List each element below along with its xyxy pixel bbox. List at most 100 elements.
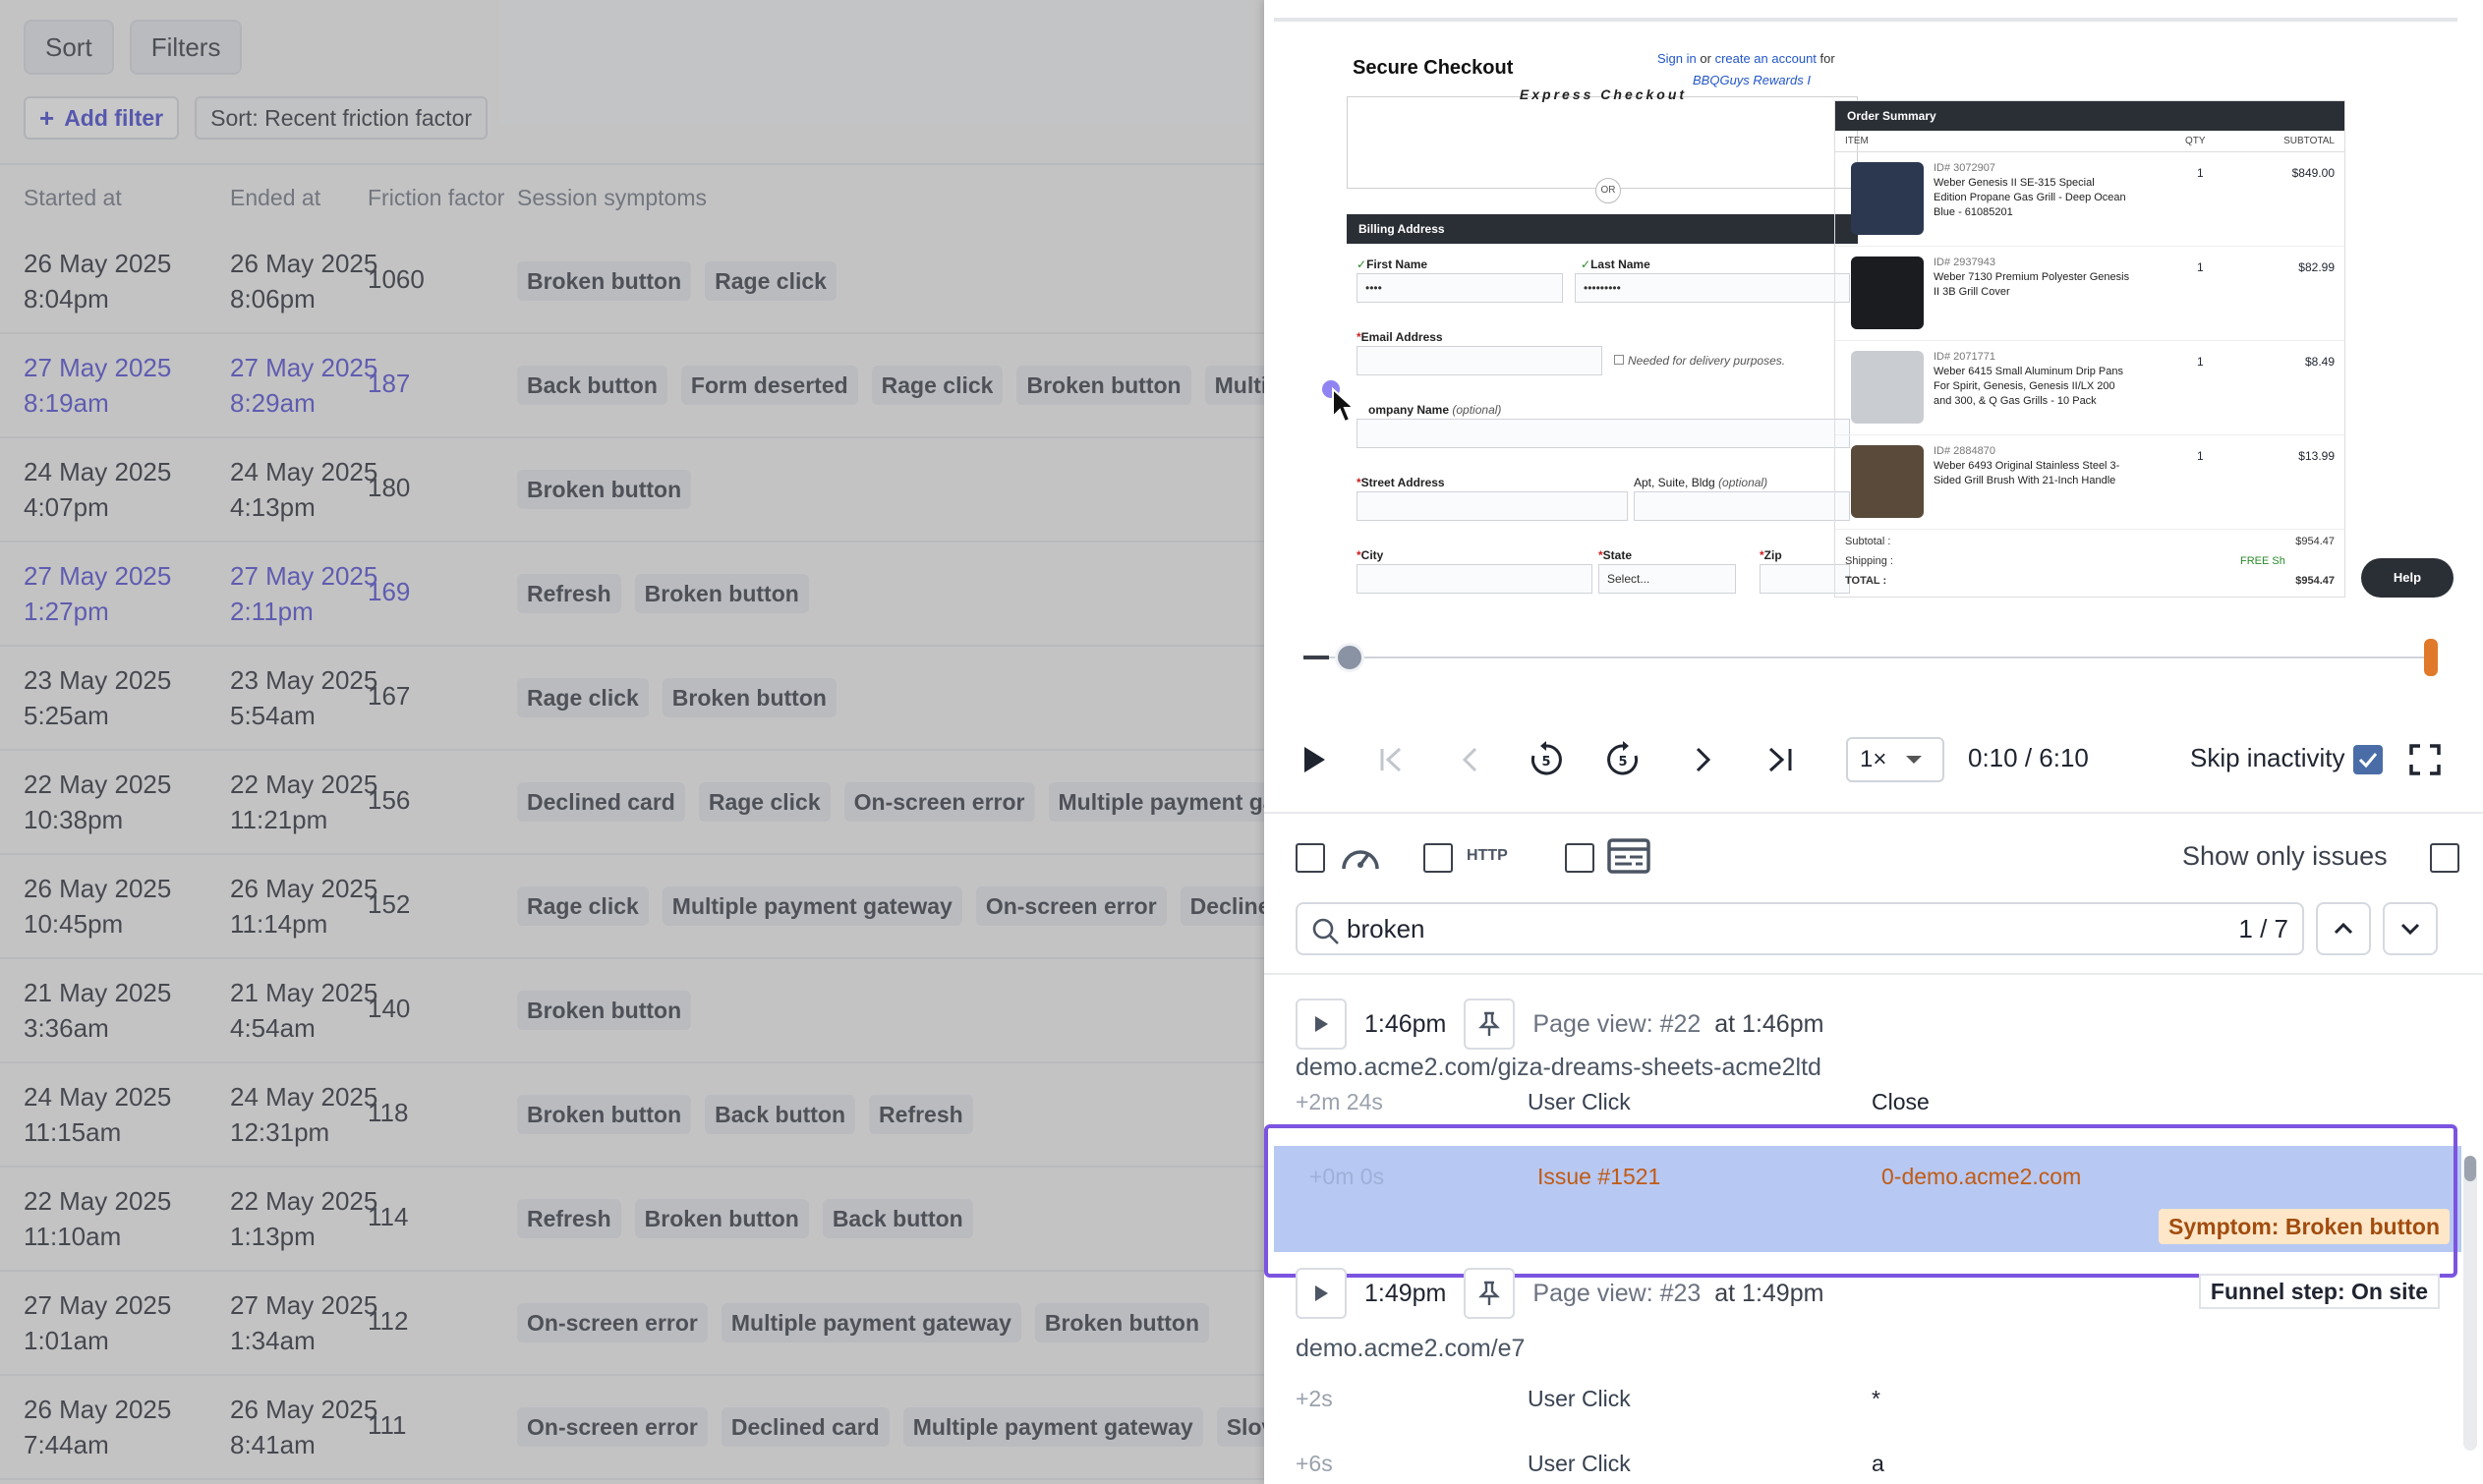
email-label: *Email Address (1357, 330, 1443, 344)
scrollbar-thumb[interactable] (2464, 1156, 2476, 1181)
next-button[interactable] (1679, 735, 1728, 784)
order-item: ID# 2937943 Weber 7130 Premium Polyester … (1835, 247, 2344, 341)
product-thumbnail (1851, 445, 1924, 518)
rewind-5-button[interactable]: 5 (1522, 735, 1571, 784)
first-name-field: •••• (1357, 273, 1563, 303)
checkout-title: Secure Checkout (1353, 57, 1514, 79)
fullscreen-button[interactable] (2408, 743, 2442, 781)
product-thumbnail (1851, 162, 1924, 235)
check-icon (2358, 753, 2378, 769)
skip-inactivity-label: Skip inactivity (2190, 743, 2345, 772)
funnel-step-badge: Funnel step: On site (2198, 1274, 2440, 1309)
email-field (1357, 346, 1602, 375)
rewards-logo: BBQGuys Rewards I (1693, 73, 1811, 87)
order-item: ID# 2884870 Weber 6493 Original Stainless… (1835, 435, 2344, 530)
apt-field (1634, 491, 1850, 521)
page-view-row: 1:46pm Page view: #22 at 1:46pm (1296, 999, 1823, 1050)
product-thumbnail (1851, 351, 1924, 424)
order-summary-header: Order Summary (1835, 101, 2344, 131)
timeline-track[interactable] (1303, 656, 2434, 658)
subtotal-label: Subtotal : (1845, 536, 1891, 547)
product-qty: 1 (2197, 449, 2204, 463)
city-label: *City (1357, 548, 1384, 562)
billing-header: Billing Address (1347, 214, 1858, 244)
play-from-here-button[interactable] (1296, 1268, 1347, 1319)
next-match-button[interactable] (2383, 902, 2438, 955)
event-value: * (1872, 1386, 1880, 1411)
order-summary-columns: ITEM QTY SUBTOTAL (1835, 131, 2344, 152)
pin-icon (1478, 1011, 1501, 1036)
cursor-icon (1322, 380, 1357, 424)
order-item: ID# 3072907 Weber Genesis II SE-315 Speci… (1835, 152, 2344, 247)
timeline-end-marker[interactable] (2424, 639, 2438, 676)
event-type: User Click (1528, 1089, 1631, 1114)
product-subtotal: $82.99 (2298, 260, 2335, 274)
pin-button[interactable] (1464, 1268, 1516, 1319)
product-id: ID# 2071771 (1934, 351, 1995, 363)
playback-speed-select[interactable]: 1× (1846, 737, 1944, 782)
state-select: Select... (1598, 564, 1736, 594)
page-url: demo.acme2.com/e7 (1296, 1335, 1526, 1362)
play-icon (1315, 1016, 1328, 1032)
state-label: *State (1598, 548, 1633, 562)
product-id: ID# 3072907 (1934, 162, 1995, 174)
product-name: Weber Genesis II SE-315 Special Edition … (1934, 177, 2126, 218)
chevron-up-icon (2334, 922, 2353, 935)
page-view-label: Page view: #22 at 1:46pm (1532, 1009, 1824, 1038)
event-search-input[interactable]: broken 1 / 7 (1296, 902, 2304, 955)
help-button: Help (2361, 558, 2454, 598)
page-view-row: 1:49pm Page view: #23 at 1:49pm (1296, 1268, 1823, 1319)
last-name-field: ••••••••• (1575, 273, 1850, 303)
event-offset: +2m 24s (1296, 1089, 1383, 1114)
product-qty: 1 (2197, 166, 2204, 180)
order-totals: Subtotal : $954.47 Shipping : FREE Sh TO… (1835, 530, 2344, 597)
play-button[interactable] (1290, 735, 1339, 784)
performance-filter-checkbox[interactable] (1296, 843, 1325, 873)
event-offset: +2s (1296, 1386, 1333, 1411)
skip-start-icon (1380, 747, 1402, 772)
product-thumbnail (1851, 257, 1924, 329)
total-value: $954.47 (2295, 575, 2335, 587)
chevron-down-icon (2400, 923, 2420, 936)
skip-inactivity-checkbox[interactable] (2353, 745, 2383, 774)
play-from-here-button[interactable] (1296, 999, 1347, 1050)
product-qty: 1 (2197, 260, 2204, 274)
forward-5-button[interactable]: 5 (1598, 735, 1647, 784)
svg-text:5: 5 (1541, 755, 1550, 770)
forward-5-icon: 5 (1607, 741, 1639, 775)
http-filter-checkbox[interactable] (1423, 843, 1453, 873)
event-row[interactable]: +6s User Click a (1296, 1451, 2465, 1484)
product-subtotal: $849.00 (2291, 166, 2335, 180)
event-row[interactable]: +2s User Click * (1296, 1386, 2465, 1425)
shipping-value: FREE Sh (2240, 555, 2285, 567)
console-filter-checkbox[interactable] (1565, 843, 1594, 873)
express-checkout-box: Express Checkout OR (1347, 86, 1858, 203)
pin-button[interactable] (1464, 999, 1516, 1050)
modal-backdrop[interactable] (0, 0, 1268, 1484)
show-only-issues-checkbox[interactable] (2430, 843, 2459, 873)
skip-to-end-button[interactable] (1756, 735, 1805, 784)
search-icon (1312, 918, 1339, 944)
log-scrollbar[interactable] (2463, 1156, 2477, 1451)
page-view-label: Page view: #23 at 1:49pm (1532, 1279, 1824, 1307)
pin-icon (1478, 1281, 1501, 1305)
product-name: Weber 6493 Original Stainless Steel 3-Si… (1934, 460, 2120, 486)
session-player-panel: Secure Checkout Sign in or create an acc… (1264, 0, 2483, 1484)
event-log: 1:46pm Page view: #22 at 1:46pm demo.acm… (1264, 979, 2483, 1484)
apt-label: Apt, Suite, Bldg (optional) (1634, 476, 1768, 489)
chevron-down-icon (1906, 756, 1923, 764)
skip-to-start-button[interactable] (1366, 735, 1415, 784)
event-type: User Click (1528, 1451, 1631, 1476)
company-field (1357, 419, 1850, 448)
or-text: or (1700, 51, 1711, 66)
previous-match-button[interactable] (2316, 902, 2371, 955)
col-subtotal: SUBTOTAL (2283, 136, 2335, 146)
event-row[interactable]: +2m 24s User Click Close (1296, 1089, 2465, 1128)
street-field (1357, 491, 1628, 521)
speed-value: 1× (1860, 746, 1887, 772)
previous-button[interactable] (1445, 735, 1494, 784)
or-badge: OR (1595, 178, 1621, 203)
timeline-scrubber[interactable] (1335, 643, 1365, 672)
timeline-progress (1303, 656, 1329, 659)
product-subtotal: $8.49 (2304, 355, 2335, 369)
